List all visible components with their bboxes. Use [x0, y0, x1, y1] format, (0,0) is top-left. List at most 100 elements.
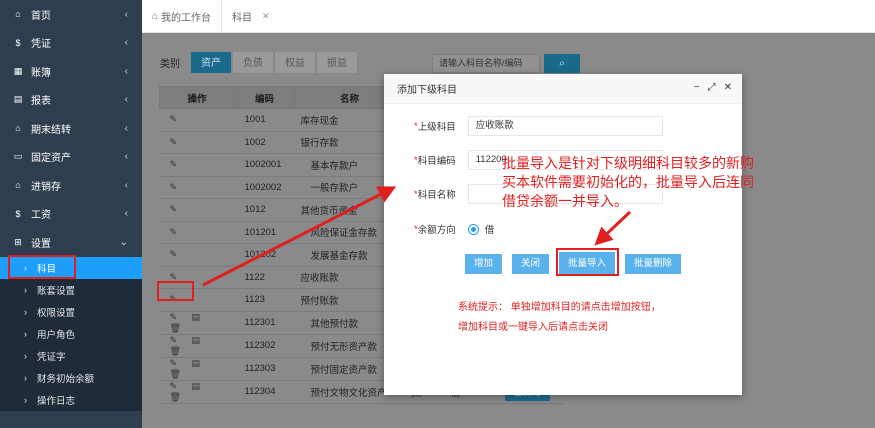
nav-item-label: 期末结转 — [31, 124, 71, 136]
submenu-item[interactable]: › 权限设置 — [0, 301, 142, 323]
minimize-icon[interactable]: − — [694, 82, 700, 93]
dialog-header: 添加下级科目 − ⤢ ✕ — [384, 74, 742, 104]
edit-icon[interactable]: ✎ — [170, 114, 192, 125]
document-icon[interactable]: ▤ — [192, 312, 214, 323]
nav-item[interactable]: ⊞ 设置 ⌄ — [0, 228, 142, 257]
submenu-item[interactable]: › 账套设置 — [0, 279, 142, 301]
chevron-down-icon: ⌄ — [119, 236, 128, 248]
submenu-item-label: 权限设置 — [37, 307, 76, 319]
edit-icon[interactable]: ✎ — [170, 335, 192, 346]
chevron-left-icon: ‹ — [124, 122, 128, 134]
delete-icon[interactable]: 🗑 — [170, 369, 192, 380]
nav-item[interactable]: ⌂ 进销存 ‹ — [0, 171, 142, 200]
close-button[interactable]: 关闭 — [512, 254, 549, 274]
submenu-item[interactable]: › 操作日志 — [0, 389, 142, 411]
submenu-item[interactable]: › 财务初始余额 — [0, 367, 142, 389]
edit-icon[interactable]: ✎ — [170, 381, 192, 392]
debit-radio[interactable] — [467, 223, 479, 235]
chevron-left-icon: ‹ — [124, 37, 128, 49]
document-icon[interactable]: ▤ — [192, 335, 214, 346]
name-label: 科目名称 — [417, 190, 456, 201]
inventory-icon: ⌂ — [15, 180, 21, 191]
edit-icon[interactable]: ✎ — [170, 182, 192, 193]
cell-code: 1002 — [234, 131, 295, 154]
edit-icon[interactable]: ✎ — [170, 137, 192, 148]
dollar-icon: $ — [15, 37, 21, 48]
tab-subjects[interactable]: 科目 ✕ — [222, 0, 280, 33]
submenu-item[interactable]: › 用户角色 — [0, 323, 142, 345]
delete-icon[interactable]: 🗑 — [170, 392, 192, 403]
direction-label: 余额方向 — [417, 225, 456, 236]
delete-icon[interactable]: 🗑 — [170, 346, 192, 357]
tab-home[interactable]: ⌂ 我的工作台 — [142, 0, 223, 33]
cell-code: 1002002 — [234, 176, 295, 199]
delete-icon[interactable]: 🗑 — [170, 323, 192, 334]
chevron-right-icon: › — [24, 372, 27, 383]
search-input[interactable]: 请输入科目名称/编码 — [432, 54, 540, 73]
home-icon: ⌂ — [152, 10, 159, 22]
batch-delete-button[interactable]: 批量删除 — [625, 254, 681, 274]
cell-code: 1122 — [234, 266, 295, 289]
chevron-right-icon: › — [24, 328, 27, 339]
edit-icon[interactable]: ✎ — [170, 312, 192, 323]
chevron-right-icon: › — [24, 306, 27, 317]
edit-icon[interactable]: ✎ — [170, 159, 192, 170]
cell-code: 1001 — [234, 108, 295, 132]
settings-submenu: › 科目 › 账套设置 › 权限设置 › 用户角色 › 凭证字 › 财务初始余额 › 操作日志 — [0, 256, 142, 411]
close-icon[interactable]: ✕ — [724, 82, 732, 93]
highlight-box-import — [556, 248, 619, 276]
nav-item[interactable]: ▭ 固定资产 ‹ — [0, 143, 142, 172]
nav-item-label: 凭证 — [31, 39, 51, 51]
segment-profit-loss[interactable]: 损益 — [316, 51, 358, 74]
tip-line-2: 增加科目或一键导入后请点击关闭 — [458, 322, 608, 333]
segment-liability[interactable]: 负债 — [232, 51, 274, 74]
nav-item[interactable]: $ 凭证 ‹ — [0, 29, 142, 58]
submenu-item-label: 财务初始余额 — [37, 373, 95, 385]
chevron-left-icon: ‹ — [124, 94, 128, 106]
tab-home-label: 我的工作台 — [161, 12, 212, 24]
nav-item-label: 进销存 — [31, 181, 61, 193]
edit-icon[interactable]: ✎ — [170, 204, 192, 215]
cell-code: 112301 — [234, 311, 295, 335]
submenu-item[interactable]: › 凭证字 — [0, 345, 142, 367]
system-tip: 系统提示： 单独增加科目的请点击增加按钮， 增加科目或一键导入后请点击关闭 — [458, 298, 661, 338]
nav-item[interactable]: ⌂ 期末结转 ‹ — [0, 114, 142, 143]
field-parent: * 上级科目 应收账款 — [414, 116, 663, 136]
segment-equity[interactable]: 权益 — [274, 51, 316, 74]
add-subaccount-dialog: 添加下级科目 − ⤢ ✕ * 上级科目 应收账款 * 科目编码 112200 *… — [384, 74, 742, 395]
sidebar: ⌂ 首页 ‹ $ 凭证 ‹ ▦ 账簿 ‹ ▤ 报表 ‹ ⌂ 期末结转 ‹ ▭ 固定资产 ‹ ⌂ 进销存 ‹ $ 工资 ‹ ⊞ 设置… — [0, 0, 142, 428]
nav-item[interactable]: ⌂ 首页 ‹ — [0, 0, 142, 29]
nav-item[interactable]: ▦ 账簿 ‹ — [0, 57, 142, 86]
tip-line-1: 系统提示： 单独增加科目的请点击增加按钮， — [458, 302, 661, 313]
nav-item-label: 设置 — [31, 238, 51, 250]
document-icon[interactable]: ▤ — [192, 358, 214, 369]
nav-item[interactable]: ▤ 报表 ‹ — [0, 86, 142, 115]
nav-item[interactable]: $ 工资 ‹ — [0, 200, 142, 229]
nav-item-label: 报表 — [31, 96, 51, 108]
highlight-box-subject-menu — [8, 255, 76, 279]
field-direction: * 余额方向 借 — [414, 222, 494, 236]
edit-icon[interactable]: ✎ — [170, 358, 192, 369]
report-icon: ▤ — [13, 94, 23, 105]
close-icon[interactable]: ✕ — [262, 11, 270, 22]
maximize-icon[interactable]: ⤢ — [708, 82, 716, 93]
document-icon[interactable]: ▤ — [192, 381, 214, 392]
chevron-left-icon: ‹ — [124, 151, 128, 163]
parent-input[interactable]: 应收账款 — [467, 116, 663, 136]
nav-item-label: 账簿 — [31, 67, 51, 79]
chevron-right-icon: › — [24, 394, 27, 405]
col-op: 操作 — [159, 86, 235, 109]
edit-icon[interactable]: ✎ — [170, 249, 192, 260]
home-icon: ⌂ — [15, 9, 21, 20]
edit-icon[interactable]: ✎ — [170, 227, 192, 238]
submenu-item-label: 账套设置 — [37, 285, 76, 297]
nav-menu: ⌂ 首页 ‹ $ 凭证 ‹ ▦ 账簿 ‹ ▤ 报表 ‹ ⌂ 期末结转 ‹ ▭ 固定资产 ‹ ⌂ 进销存 ‹ $ 工资 ‹ ⊞ 设置… — [0, 0, 142, 257]
dialog-title: 添加下级科目 — [397, 85, 457, 96]
debit-radio-label: 借 — [484, 225, 495, 236]
search-button[interactable]: ⌕ — [544, 54, 580, 73]
add-button[interactable]: 增加 — [465, 254, 502, 274]
submenu-item-label: 操作日志 — [37, 395, 76, 407]
nav-item-label: 工资 — [31, 210, 51, 222]
nav-item-label: 首页 — [31, 10, 51, 22]
segment-asset[interactable]: 资产 — [190, 51, 232, 74]
